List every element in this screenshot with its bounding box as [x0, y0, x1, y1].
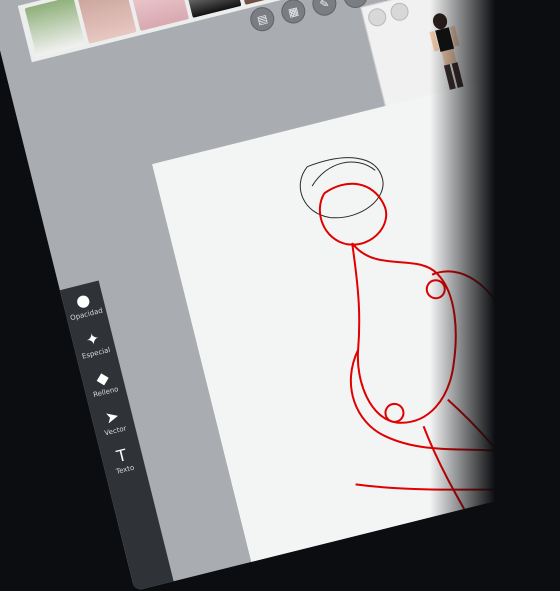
drop-icon: ●	[73, 289, 93, 312]
fill-icon: ◆	[94, 367, 111, 389]
brush-icon[interactable]: ✎	[309, 0, 339, 19]
photo-thumb-1[interactable]	[24, 0, 85, 57]
close-icon[interactable]	[388, 0, 411, 23]
cursor-icon: ➤	[103, 405, 121, 428]
tool-text[interactable]: T Texto	[111, 445, 135, 476]
tool-vector[interactable]: ➤ Vector	[99, 405, 127, 437]
text-icon: T	[114, 445, 129, 467]
photo-thumb-3[interactable]	[128, 0, 190, 31]
photo-thumb-2[interactable]	[76, 0, 137, 44]
photo-thumb-4[interactable]	[180, 0, 242, 18]
move-icon[interactable]	[366, 6, 389, 29]
layers-icon[interactable]: ▤	[247, 4, 277, 34]
tool-label: Relleno	[92, 385, 120, 400]
tablet-bezel	[430, 0, 560, 560]
left-tool-panel: ● Opacidad ✦ Especial ◆ Relleno ➤ Vector…	[59, 280, 178, 591]
tool-fill[interactable]: ◆ Relleno	[88, 367, 120, 400]
tool-special[interactable]: ✦ Especial	[77, 328, 111, 360]
sparkle-icon: ✦	[83, 328, 102, 351]
grid-icon[interactable]: ▦	[278, 0, 308, 26]
tool-opacity[interactable]: ● Opacidad	[65, 289, 103, 322]
tool-label: Especial	[81, 345, 112, 361]
